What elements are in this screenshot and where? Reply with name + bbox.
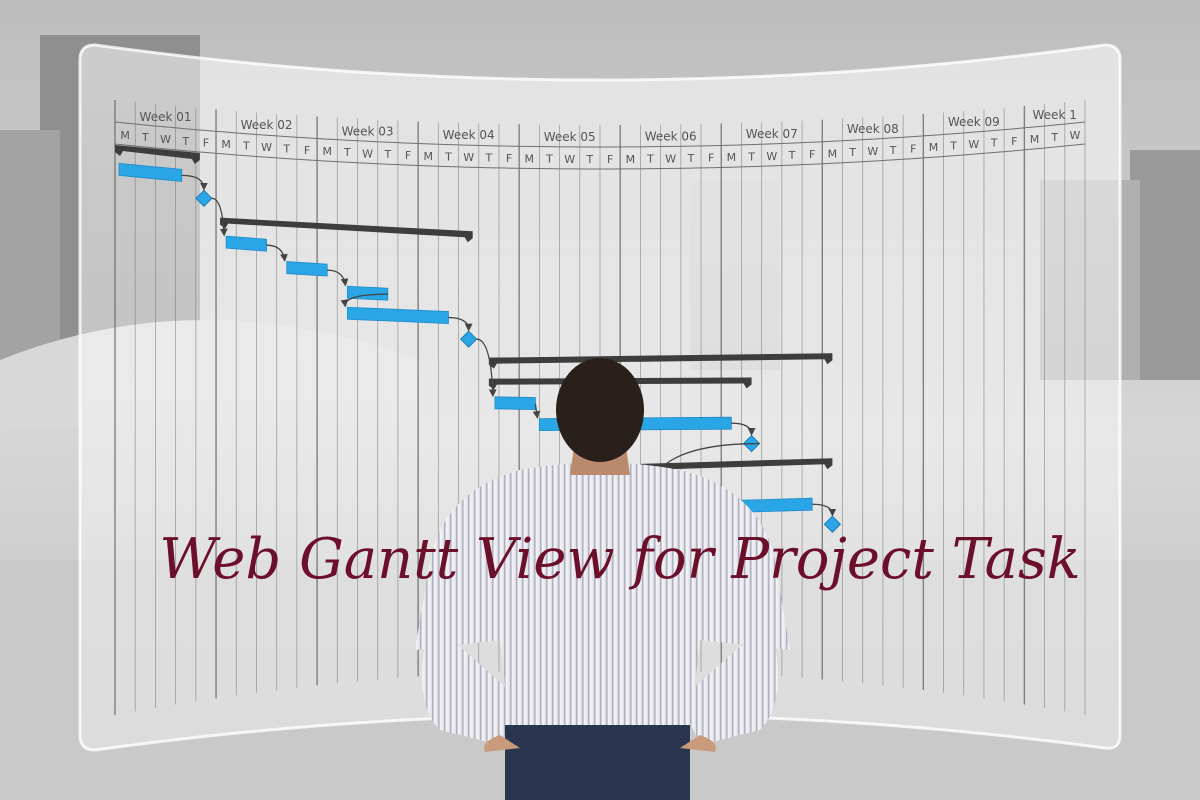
day-label: W	[968, 138, 979, 151]
week-label: Week 02	[241, 118, 293, 132]
gantt-hero-image: Week 01 M T W T F Week 02 M T W T F Week 03 M T W T F Week…	[0, 0, 1200, 800]
week-label: Week 03	[342, 124, 394, 138]
task-bar	[225, 235, 267, 252]
week-label: Week 08	[847, 122, 899, 136]
day-label: F	[708, 152, 714, 165]
day-label: W	[766, 150, 777, 163]
week-label: Week 07	[746, 127, 798, 141]
gantt-illustration: Week 01M T W T FWeek 02M T W T FWeek 03M T W T FWeek…	[0, 0, 1200, 800]
day-label: T	[444, 151, 452, 164]
day-label: T	[586, 153, 594, 166]
day-label: T	[687, 152, 695, 165]
day-label: T	[484, 152, 492, 165]
day-label: T	[788, 149, 796, 162]
day-label: M	[221, 138, 231, 151]
task-bar	[494, 396, 536, 410]
day-label: W	[261, 141, 272, 154]
day-label: W	[362, 147, 373, 160]
day-label: T	[990, 136, 998, 149]
day-label: T	[848, 146, 856, 159]
day-label: T	[1050, 131, 1058, 144]
day-label: F	[203, 136, 209, 149]
day-label: T	[282, 143, 290, 156]
week-label: Week 1	[1033, 108, 1077, 122]
day-label: F	[304, 144, 310, 157]
day-label: F	[1011, 135, 1017, 148]
day-label: M	[1030, 133, 1040, 146]
day-label: F	[910, 143, 916, 156]
day-label: W	[463, 151, 474, 164]
day-label: T	[383, 148, 391, 161]
day-label: F	[809, 148, 815, 161]
day-label: W	[564, 153, 575, 166]
task-bar	[286, 261, 328, 277]
day-label: W	[160, 133, 171, 146]
day-label: F	[607, 153, 613, 166]
day-label: T	[181, 135, 189, 148]
day-label: T	[545, 153, 553, 166]
page-title: Web Gantt View for Project Task	[159, 527, 1080, 592]
day-label: F	[405, 149, 411, 162]
day-label: W	[867, 145, 878, 158]
day-label: M	[626, 153, 636, 166]
week-label: Week 06	[645, 129, 697, 143]
day-label: T	[646, 153, 654, 166]
week-label: Week 01	[140, 110, 192, 124]
day-label: T	[343, 146, 351, 159]
day-label: T	[141, 131, 149, 144]
week-label: Week 04	[443, 128, 495, 142]
day-label: T	[889, 144, 897, 157]
day-label: M	[525, 152, 535, 165]
day-label: T	[747, 151, 755, 164]
day-label: M	[727, 151, 737, 164]
day-label: W	[665, 152, 676, 165]
day-label: M	[322, 145, 332, 158]
day-label: F	[506, 152, 512, 165]
day-label: T	[242, 140, 250, 153]
week-label: Week 09	[948, 115, 1000, 129]
day-label: W	[1069, 129, 1080, 142]
day-label: M	[828, 147, 838, 160]
day-label: M	[929, 141, 939, 154]
day-label: T	[949, 140, 957, 153]
day-label: M	[423, 150, 433, 163]
day-label: M	[120, 129, 130, 142]
week-label: Week 05	[544, 130, 596, 144]
